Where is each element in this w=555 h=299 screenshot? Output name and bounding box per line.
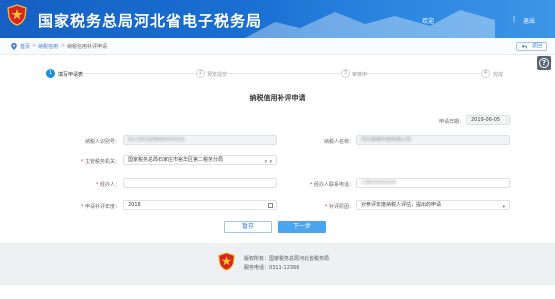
agent-phone-label-text: 经办人联系电话： bbox=[313, 182, 354, 188]
tax-authority-label: * 主管税务机关： bbox=[40, 158, 120, 165]
back-label: 返回 bbox=[531, 43, 542, 49]
agent-phone-value: 13800000000 bbox=[361, 180, 396, 186]
footer-copyright: 版权所有：国家税务总局河北省税务局 bbox=[244, 256, 330, 262]
footer-phone: 服务电话：0311-12366 bbox=[244, 265, 300, 271]
save-draft-button[interactable]: 暂存 bbox=[224, 221, 272, 233]
step-2-circle: 2 bbox=[196, 69, 205, 78]
taxpayer-id-label: 纳税人识别号： bbox=[84, 139, 120, 145]
year-picker[interactable]: 2018 bbox=[123, 200, 277, 210]
tax-authority-value: 国家税务总局石家庄市裕华区第二税务分局 bbox=[128, 157, 224, 163]
site-footer: 版权所有：国家税务总局河北省税务局 服务电话：0311-12366 bbox=[0, 243, 555, 285]
welcome-label: 欢迎 bbox=[422, 18, 435, 25]
step-3-label: 审核中 bbox=[352, 72, 368, 78]
reason-value: 对参评年度纳税人评估，提出的申请 bbox=[361, 202, 442, 208]
dropdown-caret-icon: × ▾ bbox=[263, 159, 272, 165]
form-title: 纳税信用补评申请 bbox=[249, 94, 306, 102]
reason-label-text: 补评原因： bbox=[328, 204, 354, 210]
next-step-button[interactable]: 下一步 bbox=[278, 221, 326, 233]
tax-authority-select[interactable]: 国家税务总局石家庄市裕华区第二税务分局 × ▾ bbox=[123, 155, 277, 165]
year-label-text: 申请补评年度： bbox=[84, 204, 120, 210]
agent-label: * 经办人： bbox=[40, 181, 120, 188]
reason-label: * 补评原因： bbox=[285, 203, 354, 210]
apply-date-label: 申请日期： bbox=[438, 119, 464, 125]
step-connector bbox=[78, 73, 194, 74]
reason-select[interactable]: 对参评年度纳税人评估，提出的申请 ▾ bbox=[356, 200, 510, 210]
dropdown-caret-icon: ▾ bbox=[502, 204, 505, 210]
step-1-label: 填写申请表 bbox=[58, 72, 84, 78]
great-wall-decoration bbox=[245, 10, 495, 38]
breadcrumb-separator: > bbox=[61, 43, 66, 49]
apply-date-field: 2019-06-05 bbox=[466, 115, 510, 125]
agent-phone-label: * 经办人联系电话： bbox=[285, 181, 354, 188]
site-title: 国家税务总局河北省电子税务局 bbox=[38, 12, 263, 30]
step-4-label: 完成 bbox=[493, 72, 504, 78]
question-icon: ? bbox=[539, 58, 549, 68]
location-pin-icon bbox=[11, 43, 17, 50]
breadcrumb-current: 纳税信用补评申请 bbox=[67, 44, 108, 50]
logout-link[interactable]: 退出 bbox=[523, 16, 535, 25]
step-1-circle: 1 bbox=[46, 69, 55, 78]
taxpayer-name-field: 河北某某科技有限公司 bbox=[356, 135, 510, 145]
taxpayer-name-value: 河北某某科技有限公司 bbox=[361, 137, 412, 143]
return-arrow-icon bbox=[521, 44, 527, 49]
calendar-icon bbox=[268, 203, 273, 208]
tax-emblem-icon bbox=[218, 252, 235, 271]
year-value: 2018 bbox=[128, 202, 141, 208]
taxpayer-id-value: 91130100MA0XXXXXX bbox=[128, 137, 185, 143]
step-connector bbox=[222, 73, 340, 74]
agent-phone-input[interactable]: 13800000000 bbox=[356, 178, 510, 188]
year-label: * 申请补评年度： bbox=[40, 203, 120, 210]
breadcrumb-separator: > bbox=[32, 43, 37, 49]
step-4-circle: 4 bbox=[481, 69, 490, 78]
breadcrumb-home[interactable]: 首页 bbox=[20, 43, 30, 50]
back-button[interactable]: 返回 bbox=[516, 42, 547, 51]
step-3-circle: 3 bbox=[341, 69, 350, 78]
taxpayer-id-field: 91130100MA0XXXXXX bbox=[123, 135, 277, 145]
tax-emblem-icon bbox=[7, 4, 27, 26]
taxpayer-name-label: 纳税人名称： bbox=[323, 139, 354, 145]
header-separator: | bbox=[513, 16, 516, 23]
apply-date-value: 2019-06-05 bbox=[471, 117, 501, 123]
agent-input[interactable] bbox=[123, 178, 277, 188]
step-connector bbox=[360, 73, 480, 74]
agent-label-text: 经办人： bbox=[99, 182, 120, 188]
tax-authority-label-text: 主管税务机关： bbox=[84, 159, 120, 165]
breadcrumb-section[interactable]: 纳税信用 bbox=[38, 43, 58, 50]
help-button[interactable]: ? bbox=[537, 56, 551, 70]
site-header: 国家税务总局河北省电子税务局 欢迎 | 退出 bbox=[0, 0, 555, 38]
step-2-label: 预览提交 bbox=[207, 72, 228, 78]
